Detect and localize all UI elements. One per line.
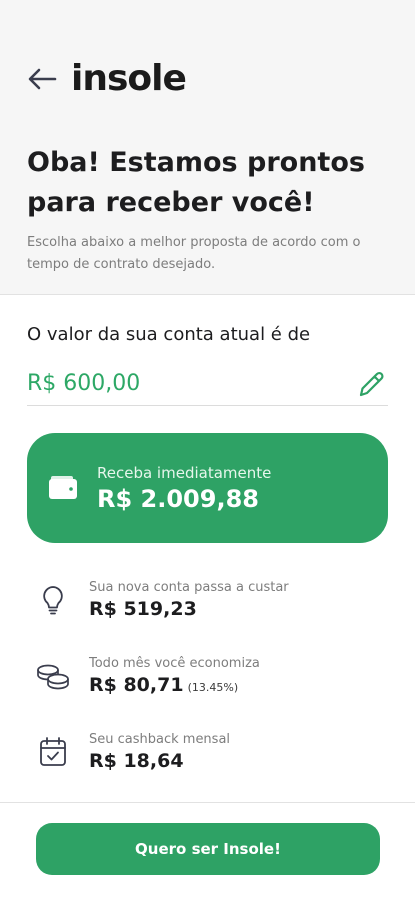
- savings-label: Todo mês você economiza: [89, 656, 260, 671]
- savings-value-row: R$ 80,71 (13.45%): [89, 674, 260, 696]
- new-bill-value: R$ 519,23: [89, 598, 197, 620]
- new-bill-label: Sua nova conta passa a custar: [89, 580, 289, 595]
- cashback-item: Seu cashback mensal R$ 18,64: [36, 732, 230, 772]
- savings-percent: (13.45%): [187, 681, 239, 694]
- lightbulb-icon: [36, 583, 70, 617]
- offer-label: Receba imediatamente: [97, 463, 272, 482]
- wallet-icon: [47, 472, 79, 504]
- current-bill-label: O valor da sua conta atual é de: [27, 324, 311, 345]
- brand-logo: insole: [71, 58, 187, 99]
- current-bill-field: R$ 600,00: [27, 362, 388, 406]
- pencil-icon: [359, 371, 384, 396]
- cashback-text: Seu cashback mensal R$ 18,64: [89, 732, 230, 772]
- back-button[interactable]: [27, 62, 61, 96]
- savings-item: Todo mês você economiza R$ 80,71 (13.45%): [36, 656, 260, 696]
- offer-card[interactable]: Receba imediatamente R$ 2.009,88: [27, 433, 388, 543]
- offer-text: Receba imediatamente R$ 2.009,88: [97, 464, 271, 513]
- savings-text: Todo mês você economiza R$ 80,71 (13.45%): [89, 656, 260, 696]
- cashback-value: R$ 18,64: [89, 750, 184, 772]
- calendar-check-icon: [36, 735, 70, 769]
- offer-value: R$ 2.009,88: [97, 484, 259, 513]
- app-header: insole: [27, 58, 187, 99]
- new-bill-item: Sua nova conta passa a custar R$ 519,23: [36, 580, 289, 620]
- edit-bill-button[interactable]: [356, 368, 388, 400]
- coins-icon: [36, 659, 70, 693]
- cashback-label: Seu cashback mensal: [89, 732, 231, 747]
- top-section: insole Oba! Estamos prontos para receber…: [0, 0, 415, 295]
- current-bill-value: R$ 600,00: [27, 371, 141, 396]
- page-subtitle: Escolha abaixo a melhor proposta de acor…: [27, 235, 361, 272]
- savings-value: R$ 80,71: [89, 674, 184, 696]
- bottom-bar: Quero ser Insole!: [0, 802, 415, 900]
- page-title: Oba! Estamos prontos para receber você!: [27, 147, 365, 218]
- arrow-left-icon: [28, 68, 57, 89]
- new-bill-text: Sua nova conta passa a custar R$ 519,23: [89, 580, 289, 620]
- cta-button[interactable]: Quero ser Insole!: [36, 823, 380, 875]
